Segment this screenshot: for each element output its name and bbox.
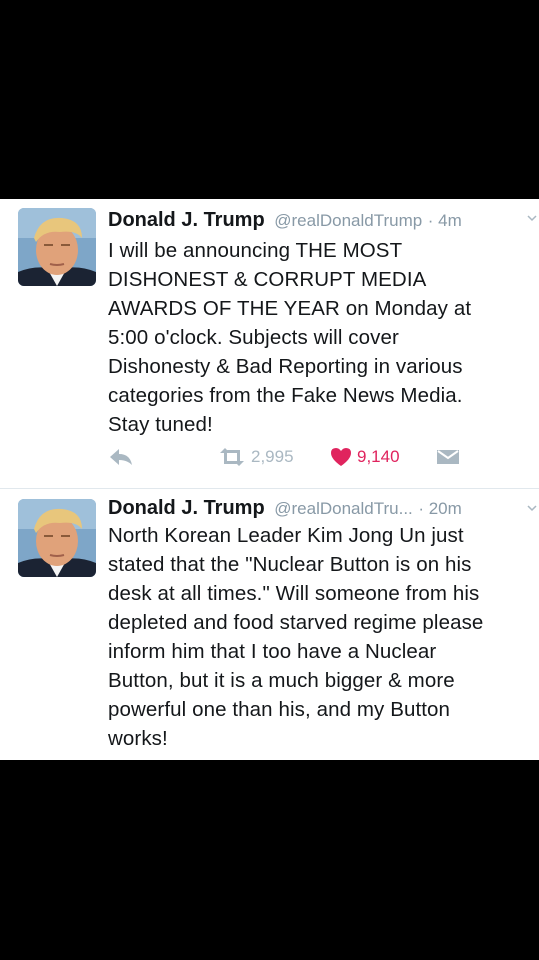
- avatar[interactable]: [18, 499, 96, 577]
- tweet-2[interactable]: Donald J. Trump @realDonaldTru... · 20m …: [0, 489, 539, 760]
- direct-message-button[interactable]: [436, 447, 460, 467]
- caret-down-icon[interactable]: [527, 213, 537, 223]
- tweet-text: North Korean Leader Kim Jong Un just sta…: [108, 524, 484, 750]
- author-handle[interactable]: @realDonaldTru...: [274, 499, 413, 518]
- tweet-text: I will be announcing THE MOST DISHONEST …: [108, 239, 472, 436]
- tweet-actions: 2,995 9,140: [108, 447, 488, 473]
- heart-icon: [331, 448, 351, 466]
- retweet-count: 2,995: [251, 447, 294, 466]
- reply-icon: [110, 449, 132, 465]
- author-name[interactable]: Donald J. Trump: [108, 497, 265, 519]
- direct-message-icon: [437, 450, 459, 464]
- reply-button[interactable]: [108, 447, 134, 467]
- tweet-header: Donald J. Trump @realDonaldTrump · 4m: [108, 207, 462, 234]
- author-name[interactable]: Donald J. Trump: [108, 209, 265, 231]
- tweet-feed: Donald J. Trump @realDonaldTrump · 4m I …: [0, 199, 539, 760]
- retweet-icon: [220, 448, 244, 466]
- caret-down-icon[interactable]: [527, 503, 537, 513]
- tweet-1[interactable]: Donald J. Trump @realDonaldTrump · 4m I …: [0, 199, 539, 489]
- tweet-header: Donald J. Trump @realDonaldTru... · 20m: [108, 495, 462, 522]
- timestamp[interactable]: · 20m: [418, 499, 461, 518]
- author-handle[interactable]: @realDonaldTrump: [274, 211, 422, 230]
- like-button[interactable]: 9,140: [330, 447, 400, 467]
- like-count: 9,140: [357, 447, 400, 466]
- timestamp[interactable]: · 4m: [428, 211, 462, 230]
- retweet-button[interactable]: 2,995: [218, 447, 294, 467]
- avatar[interactable]: [18, 208, 96, 286]
